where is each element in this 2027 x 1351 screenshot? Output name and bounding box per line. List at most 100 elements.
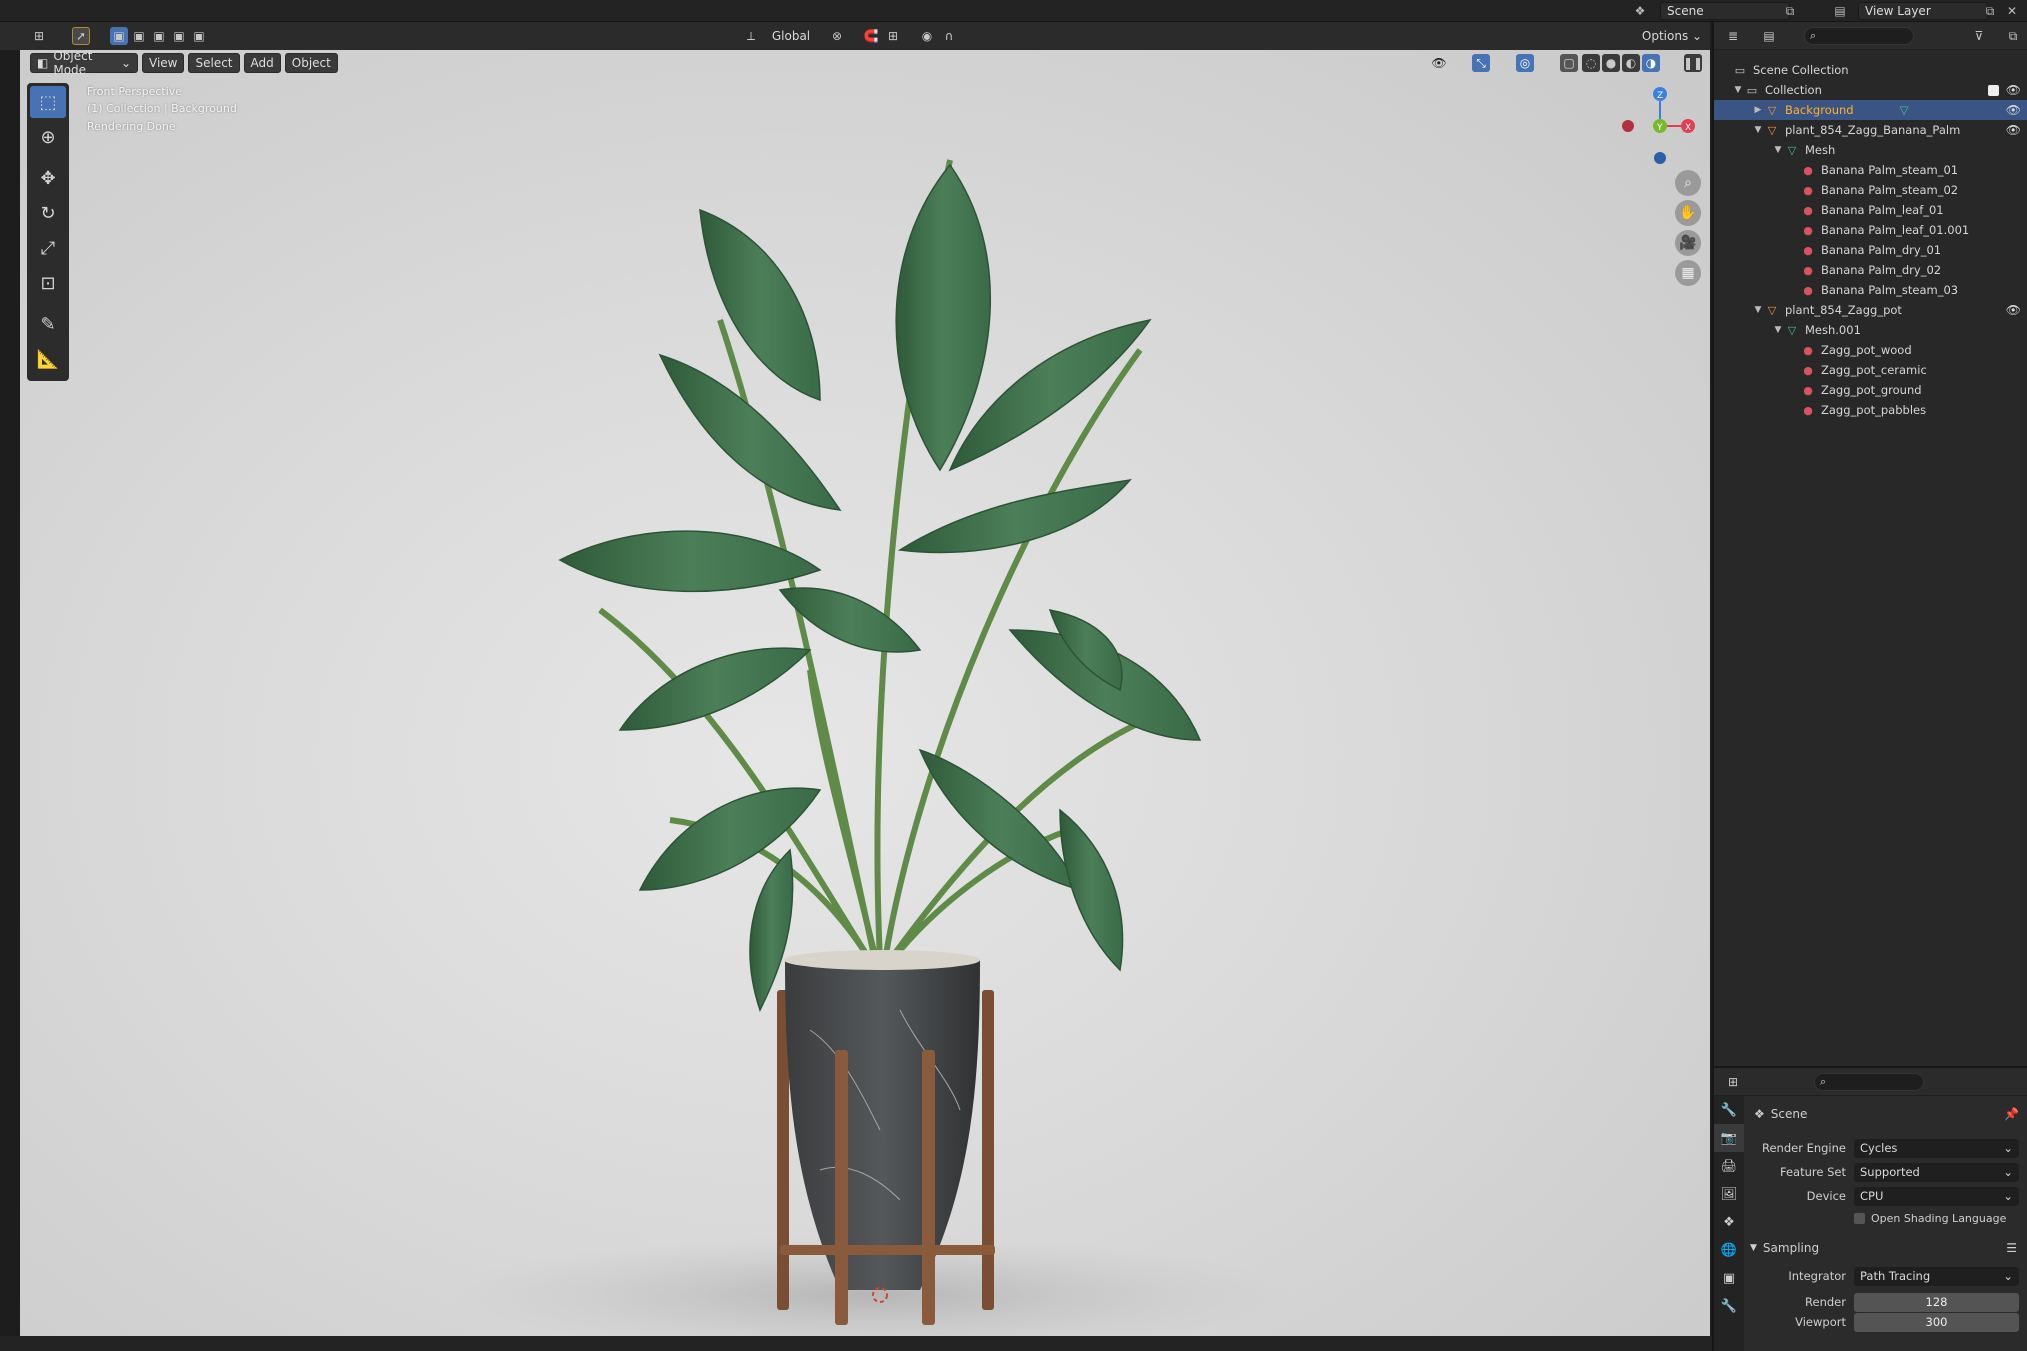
output-tab-icon[interactable]: 🖨 [1714, 1152, 1744, 1180]
outliner-row-material[interactable]: ● Banana Palm_dry_02 [1714, 260, 2027, 280]
properties-search-input[interactable]: ⌕ [1814, 1073, 1924, 1091]
feature-set-dropdown[interactable]: Supported ⌄ [1854, 1162, 2019, 1182]
render-engine-dropdown[interactable]: Cycles ⌄ [1854, 1138, 2019, 1158]
scene-tab-icon[interactable]: ❖ [1714, 1208, 1744, 1236]
properties-editor-icon[interactable]: ⊞ [1724, 1073, 1742, 1091]
properties-panel: ⊞ ⌕ 🔧 📷 🖨 🖼 ❖ 🌐 ▣ 🔧 ❖ Scene 📌 Render Eng… [1712, 1066, 2027, 1351]
properties-context-label: Scene [1770, 1107, 1808, 1121]
new-view-layer-icon[interactable]: ⧉ [1982, 3, 1998, 19]
proportional-edit-icon[interactable]: ◉ [918, 27, 936, 45]
eye-icon[interactable]: 👁 [2006, 83, 2021, 97]
material-icon: ● [1803, 163, 1813, 177]
outliner-row-background[interactable]: ▶ ▽ Background ▽ 👁 [1714, 100, 2027, 120]
sampling-section-header[interactable]: ▼ Sampling ☰ [1744, 1238, 2027, 1258]
material-icon: ● [1803, 343, 1813, 357]
expand-arrow-icon[interactable]: ▼ [1752, 305, 1764, 315]
viewport-samples-label: Viewport [1795, 1315, 1846, 1329]
eye-icon[interactable]: 👁 [2006, 103, 2021, 117]
material-icon: ● [1803, 183, 1813, 197]
search-icon: ⌕ [1810, 29, 1817, 42]
object-icon: ▽ [1767, 103, 1777, 117]
expand-arrow-icon[interactable]: ▼ [1732, 85, 1744, 95]
outliner-row-material[interactable]: ● Zagg_pot_wood [1714, 340, 2027, 360]
view-layer-name: View Layer [1865, 4, 1931, 18]
outliner-search-input[interactable]: ⌕ [1804, 27, 1914, 45]
integrator-row: Integrator Path Tracing ⌄ [1744, 1266, 2027, 1286]
view-layer-icon[interactable]: ▤ [1832, 3, 1848, 19]
scene-collection-icon: ▭ [1734, 63, 1746, 77]
device-dropdown[interactable]: CPU ⌄ [1854, 1186, 2019, 1206]
view-layer-selector[interactable]: View Layer [1858, 2, 1988, 20]
modifier-tab-icon[interactable]: 🔧 [1714, 1292, 1744, 1320]
mode-extend-icon[interactable]: ▣ [130, 27, 148, 45]
view-layer-tab-icon[interactable]: 🖼 [1714, 1180, 1744, 1208]
feature-set-value: Supported [1860, 1165, 1920, 1179]
integrator-value: Path Tracing [1860, 1269, 1931, 1283]
scene-selector[interactable]: Scene [1660, 2, 1790, 20]
checkbox-icon[interactable] [1988, 84, 1999, 96]
remove-view-layer-icon[interactable]: ✕ [2004, 3, 2020, 19]
pivot-point-icon[interactable]: ⊗ [828, 27, 846, 45]
object-icon: ▽ [1767, 303, 1777, 317]
list-icon[interactable]: ☰ [2006, 1241, 2017, 1255]
outliner-row-material[interactable]: ● Banana Palm_steam_02 [1714, 180, 2027, 200]
object-tab-icon[interactable]: ▣ [1714, 1264, 1744, 1292]
mode-intersect-icon[interactable]: ▣ [170, 27, 188, 45]
render-samples-label: Render [1805, 1295, 1846, 1309]
integrator-dropdown[interactable]: Path Tracing ⌄ [1854, 1266, 2019, 1286]
options-dropdown[interactable]: Options ⌄ [1640, 26, 1704, 46]
outliner-row-mesh[interactable]: ▼ ▽ Mesh [1714, 140, 2027, 160]
outliner-row-material[interactable]: ● Banana Palm_dry_01 [1714, 240, 2027, 260]
object-icon: ▽ [1767, 123, 1777, 137]
snap-icon[interactable]: 🧲 [862, 27, 880, 45]
outliner-row-collection[interactable]: ▼ ▭ Collection 👁 [1714, 80, 2027, 100]
pin-icon[interactable]: 📌 [2004, 1107, 2019, 1121]
display-mode-icon[interactable]: ▤ [1760, 27, 1778, 45]
material-icon: ● [1803, 403, 1813, 417]
outliner-row-material[interactable]: ● Banana Palm_steam_01 [1714, 160, 2027, 180]
select-box-icon[interactable]: ➚ [72, 27, 90, 45]
transform-orientation-icon[interactable]: ⟂ [742, 27, 760, 45]
3d-viewport[interactable]: ◧ Object Mode ⌄ View Select Add Object 👁… [20, 50, 1710, 1336]
outliner-editor-icon[interactable]: ≣ [1724, 27, 1742, 45]
outliner-row-mesh-001[interactable]: ▼ ▽ Mesh.001 [1714, 320, 2027, 340]
snap-increment-icon[interactable]: ⊞ [884, 27, 902, 45]
expand-arrow-icon[interactable]: ▼ [1772, 145, 1784, 155]
outliner-row-zagg-pot[interactable]: ▼ ▽ plant_854_Zagg_pot 👁 [1714, 300, 2027, 320]
filter-icon[interactable]: ⊽ [1970, 27, 1988, 45]
new-collection-icon[interactable]: ⧉ [2004, 27, 2022, 45]
falloff-icon[interactable]: ∩ [940, 27, 958, 45]
transform-orientation-dropdown[interactable]: Global [762, 26, 820, 46]
scene-icon[interactable]: ❖ [1632, 3, 1648, 19]
outliner-row-material[interactable]: ● Zagg_pot_ground [1714, 380, 2027, 400]
osl-checkbox[interactable] [1854, 1212, 1865, 1224]
render-engine-label: Render Engine [1761, 1141, 1846, 1155]
properties-header: ⊞ ⌕ [1714, 1068, 2027, 1096]
collection-icon: ▭ [1746, 83, 1758, 97]
render-samples-field[interactable]: 128 [1854, 1292, 2019, 1312]
expand-arrow-icon[interactable]: ▼ [1772, 325, 1784, 335]
expand-arrow-icon[interactable]: ▼ [1752, 125, 1764, 135]
outliner-row-material[interactable]: ● Zagg_pot_ceramic [1714, 360, 2027, 380]
outliner-row-material[interactable]: ● Banana Palm_leaf_01.001 [1714, 220, 2027, 240]
render-tab-icon[interactable]: 📷 [1714, 1124, 1744, 1152]
outliner-row-banana-palm[interactable]: ▼ ▽ plant_854_Zagg_Banana_Palm 👁 [1714, 120, 2027, 140]
integrator-label: Integrator [1788, 1269, 1846, 1283]
eye-icon[interactable]: 👁 [2006, 303, 2021, 317]
expand-arrow-icon[interactable]: ▶ [1752, 105, 1764, 115]
mode-set-icon[interactable]: ▣ [110, 27, 128, 45]
outliner-row-scene-collection[interactable]: ▭ Scene Collection [1714, 60, 2027, 80]
mode-subtract-icon[interactable]: ▣ [150, 27, 168, 45]
outliner-row-material[interactable]: ● Zagg_pot_pabbles [1714, 400, 2027, 420]
mode-invert-icon[interactable]: ▣ [190, 27, 208, 45]
material-icon: ● [1803, 203, 1813, 217]
world-tab-icon[interactable]: 🌐 [1714, 1236, 1744, 1264]
outliner-row-material[interactable]: ● Banana Palm_leaf_01 [1714, 200, 2027, 220]
viewport-samples-field[interactable]: 300 [1854, 1312, 2019, 1332]
new-scene-icon[interactable]: ⧉ [1782, 3, 1798, 19]
tool-tab-icon[interactable]: 🔧 [1714, 1096, 1744, 1124]
feature-set-label: Feature Set [1780, 1165, 1846, 1179]
outliner-row-material[interactable]: ● Banana Palm_steam_03 [1714, 280, 2027, 300]
eye-icon[interactable]: 👁 [2006, 123, 2021, 137]
editor-type-icon[interactable]: ⊞ [30, 27, 48, 45]
